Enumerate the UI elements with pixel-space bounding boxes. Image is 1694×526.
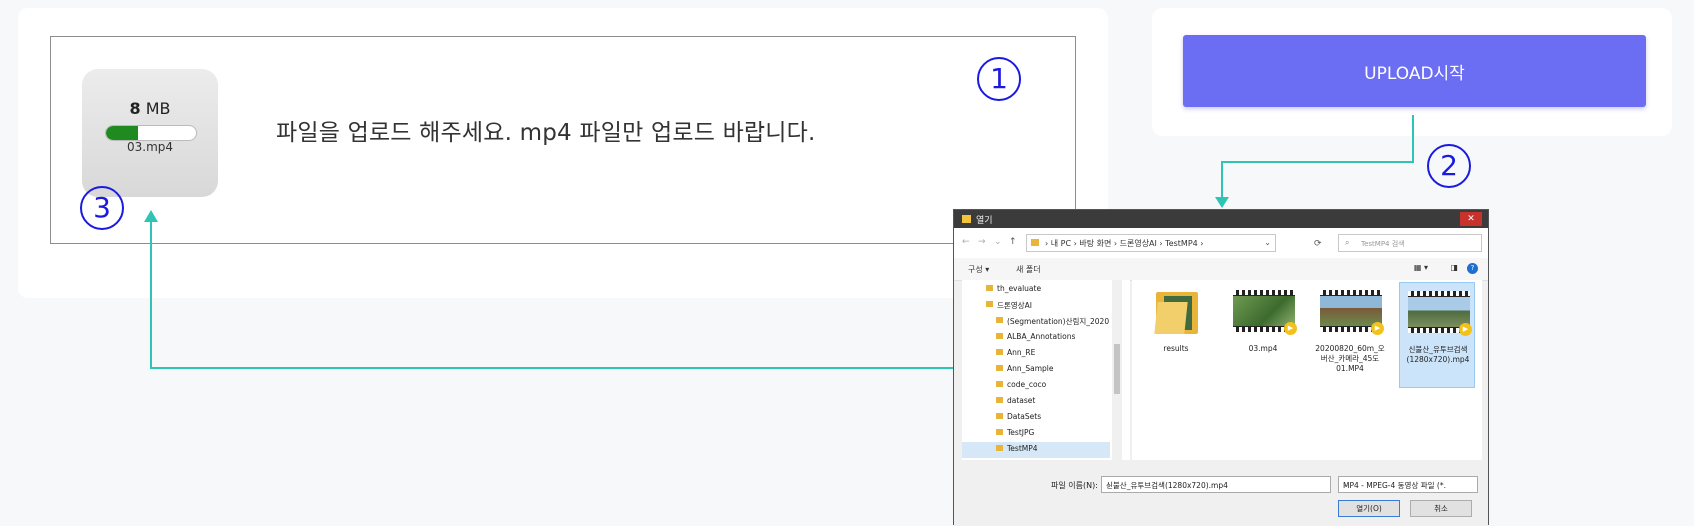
tree-item[interactable]: Ann_RE [962,346,1110,362]
help-icon[interactable]: ? [1467,263,1478,274]
chevron-down-icon[interactable]: ⌄ [1343,480,1474,489]
folder-icon [1031,239,1039,246]
recent-dropdown-icon[interactable]: ⌄ [994,237,1002,247]
folder-icon [996,429,1003,435]
folder-icon [996,365,1003,371]
view-options-icon[interactable]: ▦ ▾ [1414,263,1428,272]
search-input[interactable]: ⌕ TestMP4 검색 [1338,234,1482,252]
folder-icon [996,349,1003,355]
up-arrow-icon[interactable]: ↑ [1009,237,1017,247]
address-bar[interactable]: › 내 PC › 바탕 화면 › 드론영상AI › TestMP4 › ⌄ [1026,234,1276,252]
dialog-navbar: ← → ⌄ ↑ › 내 PC › 바탕 화면 › 드론영상AI › TestMP… [954,228,1488,258]
tree-item[interactable]: code_coco [962,378,1110,394]
file-label: 신불산_유투브검색(1280x720).mp4 [1406,345,1470,364]
file-tile-20200820[interactable]: ▶ 20200820_60m_오버산_카메라_45도01.MP4 [1312,282,1388,388]
folder-icon [1154,288,1198,334]
folder-icon [996,317,1003,323]
file-grid: results ▶ 03.mp4 ▶ 20200820_60m_오버산_카메라_… [1132,280,1482,460]
upload-hint: 파일을 업로드 해주세요. mp4 파일만 업로드 바랍니다. [276,120,816,146]
forward-arrow-icon[interactable]: → [978,237,986,247]
organize-menu[interactable]: 구성 ▾ [968,264,989,275]
new-folder-button[interactable]: 새 폴더 [1016,264,1041,275]
file-label: results [1163,344,1189,353]
tree-item[interactable]: Ann_Sample [962,362,1110,378]
file-open-dialog: 열기 ✕ ← → ⌄ ↑ › 내 PC › 바탕 화면 › 드론영상AI › T… [953,209,1489,526]
close-icon[interactable]: ✕ [1460,212,1482,226]
dialog-toolbar: 구성 ▾ 새 폴더 ▦ ▾ ◨ ? [954,258,1488,281]
filename-field[interactable]: 신불산_유투브검색(1280x720).mp4 ⌄ [1101,476,1331,493]
file-size: 8 MB [129,99,171,118]
file-label: 20200820_60m_오버산_카메라_45도01.MP4 [1315,344,1385,373]
tree-item-label: Ann_RE [1007,348,1036,357]
folder-icon [996,397,1003,403]
dialog-app-icon [962,215,971,223]
folder-icon [996,413,1003,419]
upload-progress-bar [105,125,197,141]
address-path: › 내 PC › 바탕 화면 › 드론영상AI › TestMP4 › [1045,239,1204,248]
tree-item[interactable]: TestMP4 [962,442,1110,458]
file-preview-card: 8 MB 03.mp4 [82,69,218,197]
file-tile-results[interactable]: results [1138,282,1214,388]
video-icon: ▶ [1320,290,1384,335]
refresh-icon[interactable]: ⟳ [1314,239,1322,249]
upload-start-button[interactable]: UPLOAD시작 [1183,35,1646,107]
arrowhead-down [1215,197,1229,208]
folder-tree: th_evaluate 드론영상AI (Segmentation)산림지_2020 A… [962,280,1130,460]
filename-label: 파일 이름(N): [1051,481,1098,490]
play-icon: ▶ [1371,322,1384,335]
folder-icon [986,285,993,291]
upload-progress-fill [106,126,138,140]
tree-item[interactable]: th_evaluate [962,282,1110,298]
tree-item-label: (Segmentation)산림지_2020 [1007,317,1110,326]
dialog-titlebar: 열기 ✕ [954,210,1488,228]
tree-item-label: th_evaluate [997,284,1042,293]
tree-item[interactable]: 드론영상AI [962,298,1110,314]
filetype-select[interactable]: MP4 - MPEG-4 동영상 파일 (*. ⌄ [1338,476,1478,493]
scrollbar-thumb[interactable] [1114,344,1120,394]
open-button[interactable]: 열기(O) [1338,500,1400,517]
folder-icon [996,333,1003,339]
file-name: 03.mp4 [126,140,174,154]
step-marker-3: 3 [80,186,124,230]
cancel-button[interactable]: 취소 [1410,500,1472,517]
file-tile-sinbulsan[interactable]: ▶ 신불산_유투브검색(1280x720).mp4 [1399,282,1475,388]
tree-item-label: code_coco [1007,380,1047,389]
dialog-footer: 파일 이름(N): 신불산_유투브검색(1280x720).mp4 ⌄ MP4 … [954,460,1488,526]
tree-item-label: 드론영상AI [997,301,1032,310]
file-label: 03.mp4 [1248,344,1278,353]
tree-item[interactable]: (Segmentation)산림지_2020 [962,314,1110,330]
tree-item-label: ALBA_Annotations [1007,332,1076,341]
chevron-down-icon[interactable]: ⌄ [1264,238,1271,247]
play-icon: ▶ [1459,323,1472,336]
search-placeholder: TestMP4 검색 [1361,240,1405,248]
preview-pane-icon[interactable]: ◨ [1450,263,1458,272]
chevron-down-icon[interactable]: ⌄ [1106,480,1327,489]
step-marker-2: 2 [1427,144,1471,188]
step-marker-1: 1 [977,57,1021,101]
tree-item-label: dataset [1007,396,1036,405]
tree-item[interactable]: dataset [962,394,1110,410]
video-icon: ▶ [1233,290,1297,335]
tree-item[interactable]: ALBA_Annotations [962,330,1110,346]
folder-icon [996,445,1003,451]
search-icon: ⌕ [1345,238,1350,247]
tree-item[interactable]: TestJPG [962,426,1110,442]
tree-item-label: TestJPG [1007,428,1035,437]
tree-item[interactable]: DataSets [962,410,1110,426]
dialog-title: 열기 [976,216,993,226]
folder-icon [996,381,1003,387]
tree-scrollbar[interactable] [1112,280,1122,460]
tree-item-label: TestMP4 [1007,444,1038,453]
video-icon: ▶ [1408,291,1472,336]
tree-item-label: Ann_Sample [1007,364,1054,373]
folder-icon [986,301,993,307]
back-arrow-icon[interactable]: ← [962,237,970,247]
tree-item-label: DataSets [1007,412,1042,421]
play-icon: ▶ [1284,322,1297,335]
file-tile-03-mp4[interactable]: ▶ 03.mp4 [1225,282,1301,388]
